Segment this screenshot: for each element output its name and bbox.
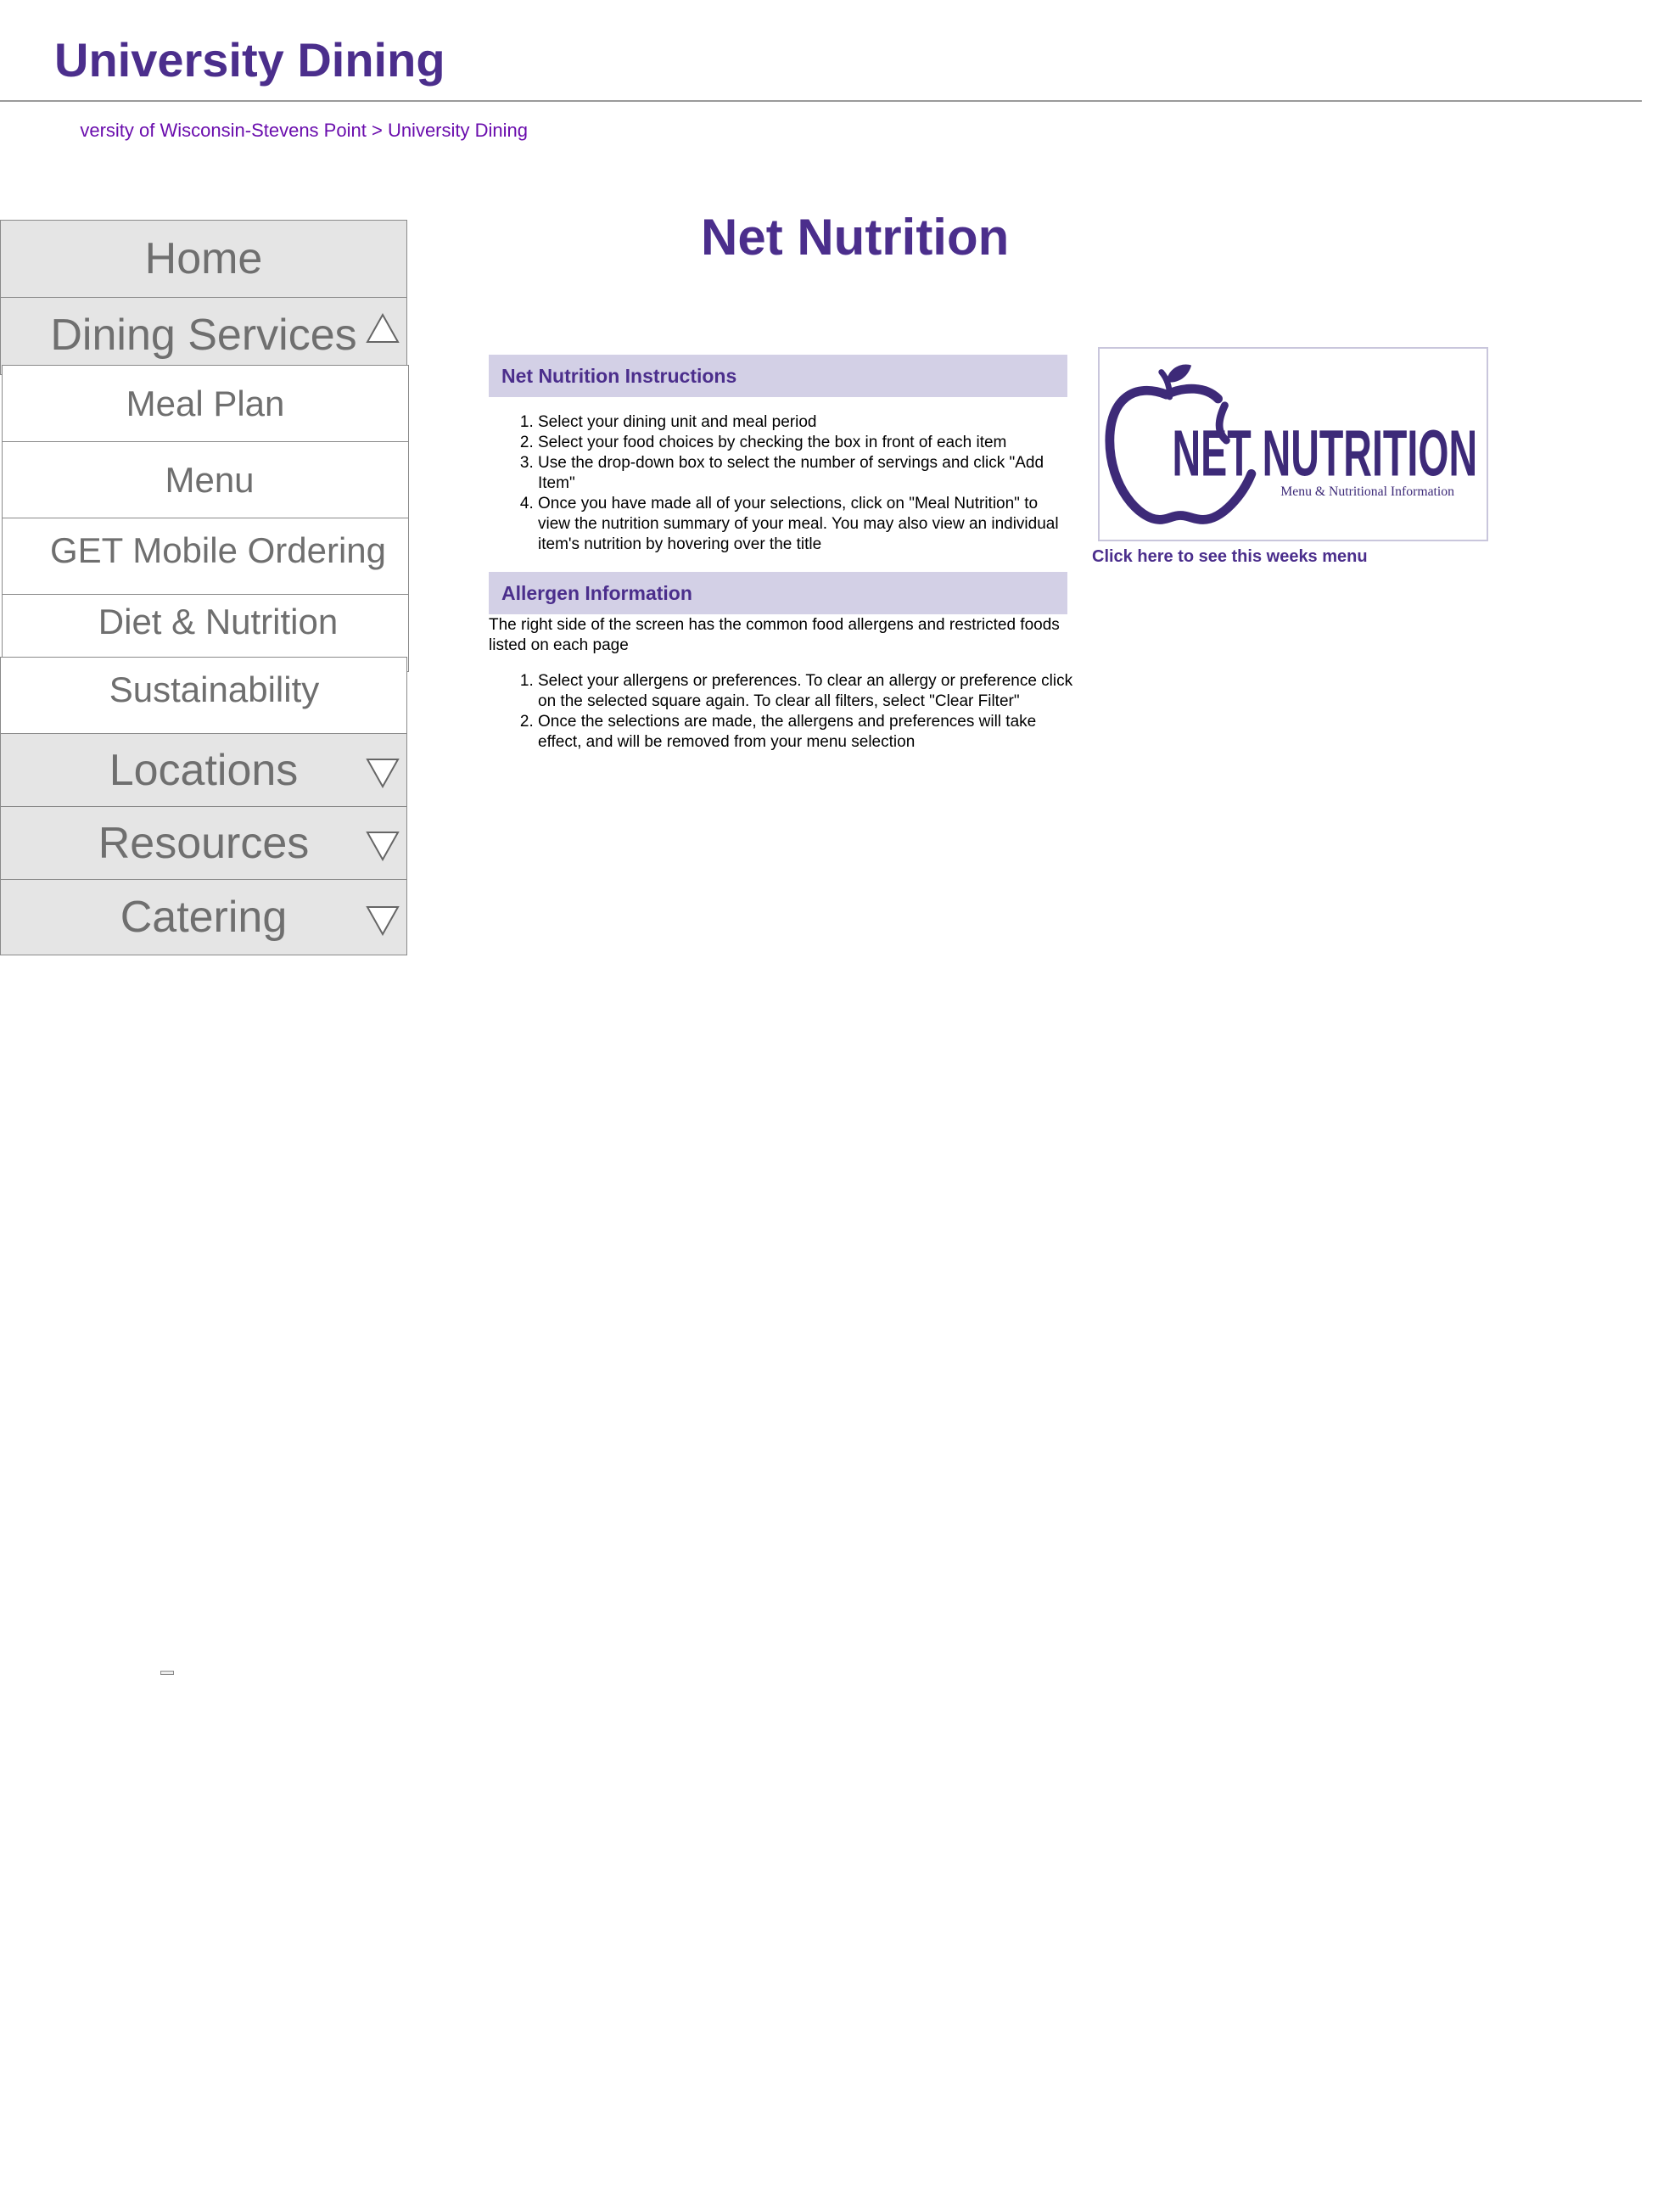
- sidebar-item-locations[interactable]: Locations: [0, 733, 407, 808]
- instructions-list: Select your dining unit and meal period …: [489, 412, 1074, 555]
- sidebar-item-label: Meal Plan: [126, 384, 285, 423]
- sidebar-item-label: Dining Services: [50, 311, 357, 360]
- breadcrumb-link-university[interactable]: versity of Wisconsin-Stevens Point: [80, 120, 366, 141]
- logo-wordmark: NET NUTRITION: [1173, 417, 1478, 490]
- logo-tagline: Menu & Nutritional Information: [1280, 484, 1454, 499]
- sidebar-item-sustainability[interactable]: Sustainability: [0, 657, 407, 735]
- sidebar-item-label: Home: [144, 234, 263, 283]
- net-nutrition-logo[interactable]: NET NUTRITION Menu & Nutritional Informa…: [1098, 347, 1488, 541]
- sidebar-item-menu[interactable]: Menu: [2, 441, 409, 519]
- triangle-down-icon[interactable]: [366, 831, 400, 861]
- allergen-heading-text: Allergen Information: [501, 581, 692, 604]
- page-title: Net Nutrition: [701, 209, 1010, 266]
- sidebar-item-label: Diet & Nutrition: [98, 602, 339, 641]
- allergen-heading: Allergen Information: [489, 572, 1067, 614]
- triangle-up-icon[interactable]: [366, 313, 400, 344]
- weekly-menu-link[interactable]: Click here to see this weeks menu: [1092, 547, 1368, 567]
- scroll-marker: [160, 1671, 174, 1675]
- breadcrumb-separator: >: [371, 120, 383, 141]
- sidebar-item-label: Locations: [109, 746, 299, 795]
- sidebar-item-resources[interactable]: Resources: [0, 806, 407, 881]
- sidebar-item-label: Menu: [165, 460, 255, 500]
- sidebar-item-label: Sustainability: [109, 669, 320, 709]
- list-item: Use the drop-down box to select the numb…: [538, 453, 1074, 494]
- allergen-intro: The right side of the screen has the com…: [489, 616, 1060, 654]
- allergen-list: Select your allergens or preferences. To…: [489, 671, 1074, 753]
- list-item: Once the selections are made, the allerg…: [538, 712, 1074, 753]
- list-item: Select your allergens or preferences. To…: [538, 671, 1074, 712]
- site-title: University Dining: [54, 33, 445, 87]
- sidebar-item-catering[interactable]: Catering: [0, 879, 407, 955]
- sidebar-item-meal-plan[interactable]: Meal Plan: [2, 365, 409, 443]
- sidebar-item-label: Catering: [120, 893, 288, 942]
- breadcrumb: versity of Wisconsin-Stevens Point > Uni…: [0, 120, 594, 145]
- triangle-down-icon[interactable]: [366, 758, 400, 788]
- list-item: Once you have made all of your selection…: [538, 494, 1074, 555]
- header-divider: [0, 100, 1642, 102]
- sidebar-item-label: Resources: [98, 819, 310, 868]
- sidebar-item-dining-services[interactable]: Dining Services: [0, 297, 407, 375]
- apple-icon: NET NUTRITION Menu & Nutritional Informa…: [1105, 364, 1478, 524]
- instructions-heading-text: Net Nutrition Instructions: [501, 364, 737, 387]
- breadcrumb-link-dining[interactable]: University Dining: [388, 120, 528, 141]
- list-item: Select your dining unit and meal period: [538, 412, 1074, 433]
- sidebar-item-label: GET Mobile Ordering: [49, 530, 387, 570]
- list-item: Select your food choices by checking the…: [538, 433, 1074, 453]
- sidebar-item-home[interactable]: Home: [0, 220, 407, 298]
- sidebar-item-get-mobile-ordering[interactable]: GET Mobile Ordering: [2, 518, 409, 596]
- instructions-heading: Net Nutrition Instructions: [489, 355, 1067, 397]
- triangle-down-icon[interactable]: [366, 905, 400, 936]
